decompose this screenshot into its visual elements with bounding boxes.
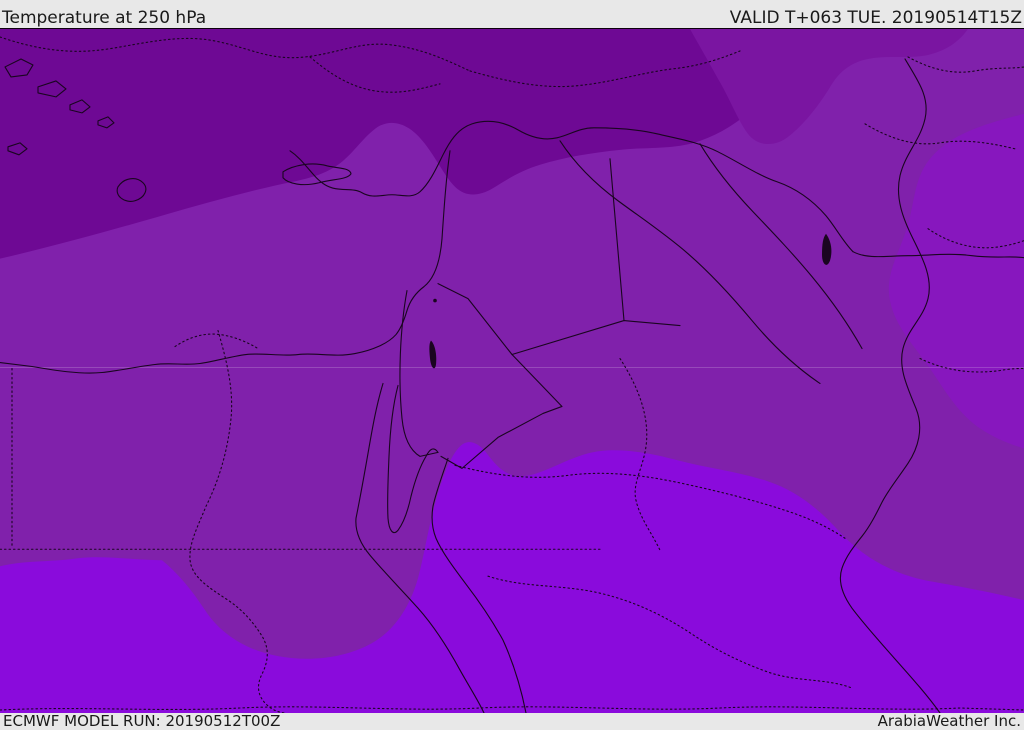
provider-credit: ArabiaWeather Inc. xyxy=(877,712,1021,730)
sea-of-galilee xyxy=(433,298,437,303)
valid-time-label: VALID T+063 TUE. 20190514T15Z xyxy=(729,8,1022,28)
temperature-map-canvas xyxy=(0,29,1024,713)
model-run-label: ECMWF MODEL RUN: 20190512T00Z xyxy=(3,712,281,730)
title-bar: Temperature at 250 hPa VALID T+063 TUE. … xyxy=(0,0,1024,28)
weather-map xyxy=(0,28,1024,713)
footer-bar: ECMWF MODEL RUN: 20190512T00Z ArabiaWeat… xyxy=(0,713,1024,729)
map-title: Temperature at 250 hPa xyxy=(2,8,207,28)
